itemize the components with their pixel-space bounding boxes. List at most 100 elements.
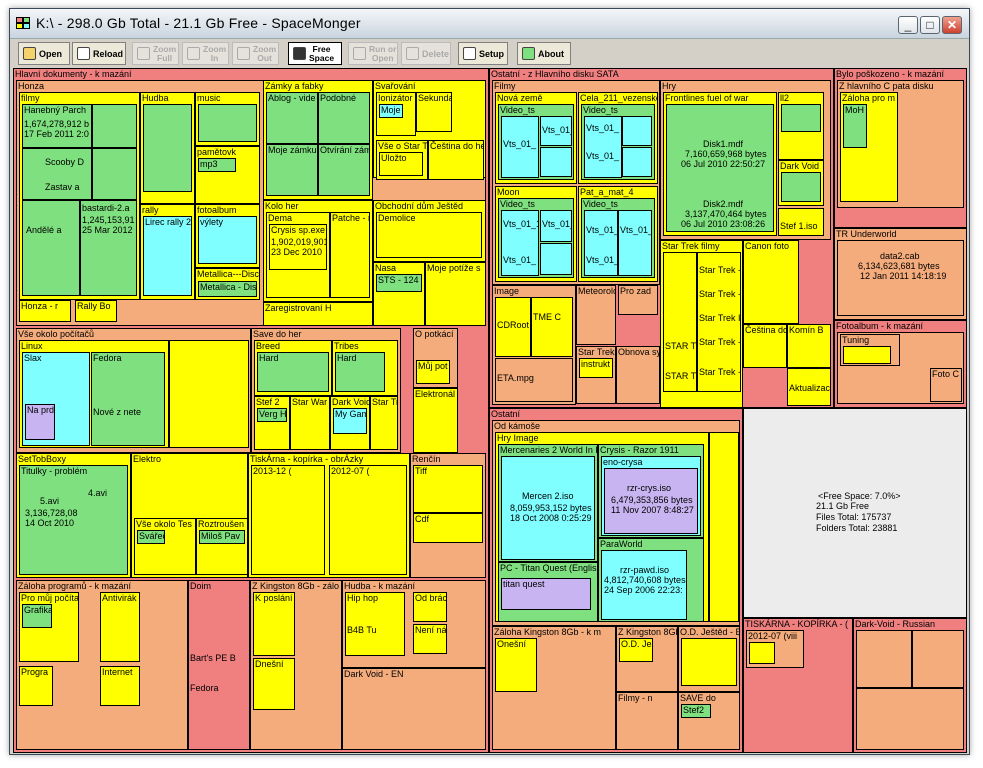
file-vts[interactable]: Vts_01_1 Vts_01_ bbox=[501, 210, 539, 276]
folder-star-tr[interactable]: STAR TRSTAR TR bbox=[663, 252, 697, 392]
setup-button[interactable]: Setup bbox=[458, 42, 508, 65]
file-data2[interactable]: data2.cab 6,134,623,681 bytes 12 Jan 2011 … bbox=[837, 240, 964, 316]
folder-program[interactable]: Progra bbox=[19, 666, 53, 706]
folder-hard[interactable]: Hard bbox=[257, 352, 329, 392]
folder-filmy-n[interactable]: Filmy - n bbox=[616, 692, 678, 750]
folder-demolice[interactable]: Demolice bbox=[376, 212, 482, 258]
folder-t2012[interactable]: 2012-07 ( bbox=[329, 465, 407, 575]
file-block[interactable] bbox=[143, 104, 192, 192]
folder-podobne[interactable]: Podobné bbox=[318, 92, 370, 144]
folder-cestiny[interactable]: Čeština do he bbox=[428, 140, 484, 180]
folder-honza-r[interactable]: Honza - r bbox=[19, 300, 71, 322]
about-button[interactable]: About bbox=[517, 42, 571, 65]
folder-cdroot[interactable]: CDRoot bbox=[495, 297, 531, 357]
folder-metallica-dis[interactable]: Metallica - Dis bbox=[198, 281, 257, 297]
file-vts[interactable] bbox=[540, 243, 572, 275]
folder-mp3[interactable]: mp3 bbox=[198, 158, 236, 172]
file-crysis[interactable]: Crysis sp.exe1,902,019,901 b23 Dec 2010 bbox=[269, 224, 327, 270]
folder-otvirani[interactable]: Otvírání zám bbox=[318, 144, 370, 196]
folder-mujpot[interactable]: Můj pot bbox=[416, 360, 450, 384]
folder-block[interactable] bbox=[169, 340, 249, 448]
file-eta[interactable]: ETA.mpg bbox=[495, 358, 573, 402]
folder-antivir[interactable]: Antivirák bbox=[100, 592, 140, 662]
folder-stef2b[interactable]: Stef2 bbox=[681, 704, 711, 718]
folder-tiff[interactable]: Tiff bbox=[413, 465, 483, 513]
file-vts[interactable] bbox=[622, 116, 652, 146]
folder-meteorol[interactable]: Meteorolo bbox=[576, 285, 616, 345]
file-vts[interactable] bbox=[540, 147, 572, 177]
folder-moh[interactable]: MoH bbox=[843, 104, 867, 148]
folder-tmec[interactable]: TME C bbox=[531, 297, 573, 357]
folder-proza[interactable]: Pro zad bbox=[618, 285, 658, 315]
folder-mygam[interactable]: My Gam bbox=[333, 408, 367, 434]
folder-fedora[interactable]: Fedora Nové z nete bbox=[91, 352, 165, 446]
folder-startrek-i[interactable]: Star Trek - Star Trek - Star Trek I Star Tr… bbox=[697, 252, 741, 392]
file-block[interactable] bbox=[781, 172, 821, 202]
free-space-block[interactable]: <Free Space: 7.0%> 21.1 Gb Free Files To… bbox=[743, 408, 967, 618]
folder-kposlani[interactable]: K poslání bbox=[253, 592, 295, 656]
folder-moje-potize[interactable]: Moje potíže s bbox=[425, 262, 486, 326]
folder-t2013[interactable]: 2013-12 ( bbox=[251, 465, 325, 575]
maximize-button[interactable]: □ bbox=[920, 16, 940, 34]
file-block[interactable] bbox=[781, 104, 821, 132]
folder-vse-tes[interactable]: Vše okolo Tes bbox=[134, 518, 196, 575]
file-hanebny[interactable]: Hanebný Parch 1,674,278,912 b 17 Feb 2011 … bbox=[22, 104, 92, 148]
folder-starwar[interactable]: Star War bbox=[290, 396, 330, 450]
folder-vylety[interactable]: výlety bbox=[198, 216, 257, 264]
zoom-out-button[interactable]: Zoom Out bbox=[232, 42, 279, 65]
file-block[interactable] bbox=[92, 104, 137, 148]
folder-cdf[interactable]: Cdf bbox=[413, 513, 483, 543]
folder-roztrous[interactable]: Roztroušen bbox=[196, 518, 248, 575]
folder-milos[interactable]: Miloš Pav bbox=[199, 530, 245, 544]
folder-sekunda[interactable]: Sekunda bbox=[416, 92, 452, 132]
file-vts[interactable]: Vts_01_ bbox=[540, 116, 572, 146]
folder-canon[interactable]: Canon foto bbox=[743, 240, 799, 324]
file-mercen[interactable]: Mercen 2.iso 8,059,953,152 bytes 18 Oct 20… bbox=[501, 456, 595, 560]
file-bastardi[interactable]: bastardi-2.a 1,245,153,91 25 Mar 2012 bbox=[80, 200, 137, 296]
folder-lirec[interactable]: Lirec rally 2 bbox=[143, 216, 192, 296]
free-space-button[interactable]: Free Space bbox=[288, 42, 342, 65]
folder-hiphop[interactable]: Hip hop B4B Tu bbox=[345, 592, 405, 656]
run-open-button[interactable]: Run or Open bbox=[348, 42, 398, 65]
folder-aktualiz[interactable]: Aktualizac bbox=[787, 368, 831, 406]
folder-stef2[interactable]: Stef 2 bbox=[254, 396, 290, 450]
folder-hard2[interactable]: Hard bbox=[335, 352, 385, 392]
file-vts[interactable]: Vts_01_ bbox=[540, 210, 572, 242]
folder-onesni[interactable]: Onešní bbox=[495, 638, 537, 692]
folder-verg[interactable]: Verg Ha bbox=[257, 408, 287, 422]
file-block[interactable] bbox=[198, 104, 257, 142]
file-disk1[interactable]: Disk1.mdf 7,160,659,968 bytes 06 Jul 2010 … bbox=[666, 104, 774, 232]
file-vts[interactable]: Vts_01_ bbox=[501, 116, 539, 178]
folder-komin[interactable]: Komín B bbox=[787, 324, 831, 368]
folder-na-prd[interactable]: Na prd b bbox=[25, 404, 55, 440]
file-scooby[interactable]: Scooby D Zastav a bbox=[22, 148, 92, 200]
file-vts[interactable]: Vts_01_ bbox=[618, 210, 652, 276]
folder-elektrona[interactable]: Elektronál bbox=[413, 388, 458, 453]
close-button[interactable]: ✕ bbox=[942, 16, 962, 34]
folder-grafika[interactable]: Grafika bbox=[22, 604, 52, 628]
file-block[interactable] bbox=[681, 638, 737, 686]
folder-sts[interactable]: STS - 124 bbox=[376, 274, 422, 292]
file-block[interactable] bbox=[856, 688, 964, 750]
file-vts[interactable] bbox=[622, 147, 652, 177]
file-block[interactable] bbox=[749, 642, 775, 664]
folder-neni[interactable]: Není ná bbox=[413, 624, 447, 654]
zoom-full-button[interactable]: Zoom Full bbox=[132, 42, 179, 65]
folder-titan2[interactable]: titan quest bbox=[501, 578, 591, 610]
folder-pametovky[interactable]: pamětovk bbox=[195, 146, 260, 204]
folder-rallybo[interactable]: Rally Bo bbox=[75, 300, 117, 322]
minimize-button[interactable]: _ bbox=[898, 16, 918, 34]
folder-moje-zamku[interactable]: Moje zámku bbox=[266, 144, 318, 196]
folder-dnesni[interactable]: Dnešní bbox=[253, 658, 295, 710]
folder-doim[interactable]: Doim Bart's PE B Fedora bbox=[188, 580, 250, 750]
folder-ablog[interactable]: Ablog - vide bbox=[266, 92, 318, 144]
folder-fotoc[interactable]: Foto C bbox=[930, 368, 962, 402]
file-block[interactable] bbox=[912, 630, 964, 688]
folder-instrukt[interactable]: instrukt bbox=[579, 358, 613, 378]
file-vts[interactable]: Vts_01_ Vts_01_ bbox=[584, 210, 618, 276]
folder-titulky[interactable]: Titulky - problém 5.avi 3,136,728,08 14 Oct… bbox=[19, 465, 128, 575]
folder-internet[interactable]: Internet bbox=[100, 666, 140, 706]
folder-patche[interactable]: Patche - na bbox=[330, 212, 370, 298]
zoom-in-button[interactable]: Zoom In bbox=[182, 42, 229, 65]
folder-block[interactable] bbox=[709, 432, 739, 622]
